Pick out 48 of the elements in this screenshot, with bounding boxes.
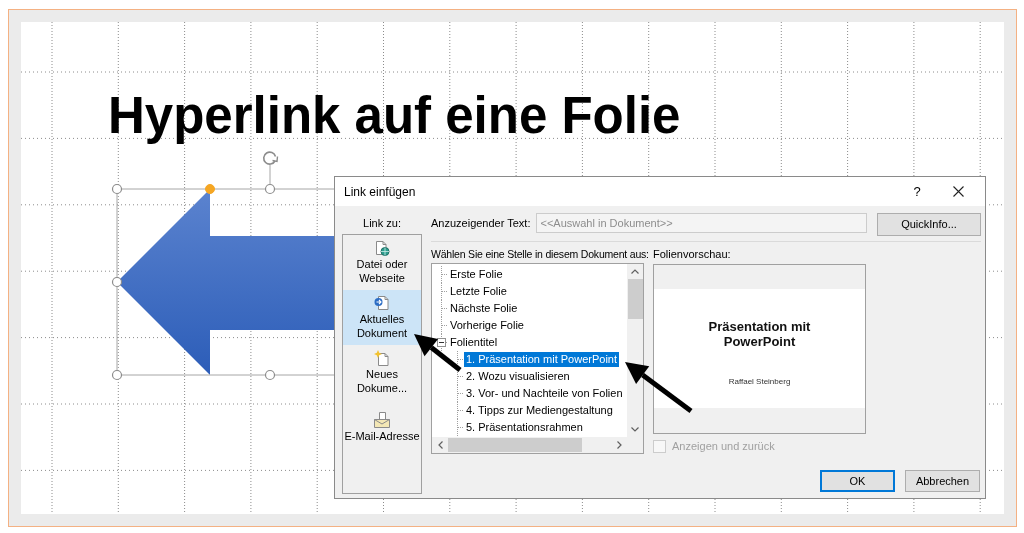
window-title: Link einfügen <box>344 183 416 201</box>
preview-slide-subtitle: Raffael Steinberg <box>728 377 791 387</box>
tree-item[interactable]: 4. Tipps zur Mediengestaltung <box>464 403 615 418</box>
chevron-down-icon[interactable] <box>631 427 639 432</box>
link-type-item[interactable]: Neues Dokume... <box>343 345 421 400</box>
vertical-scrollbar[interactable] <box>627 264 643 437</box>
rotate-handle-icon[interactable] <box>262 151 279 185</box>
scrollbar-thumb[interactable] <box>448 438 582 452</box>
chevron-left-icon[interactable] <box>437 441 443 449</box>
horizontal-scrollbar[interactable] <box>432 437 627 453</box>
resize-handle[interactable] <box>111 369 123 381</box>
place-list-label: Wählen Sie eine Stelle in diesem Dokument aus: <box>431 247 649 261</box>
new-page-icon <box>374 350 390 366</box>
preview-slide-title: Präsentation mit PowerPoint <box>707 319 812 349</box>
display-text-label: Anzuzeigender Text: <box>431 215 531 231</box>
tree-item[interactable]: 5. Präsentationsrahmen <box>464 420 585 435</box>
close-icon <box>952 186 964 197</box>
resize-handle[interactable] <box>264 369 276 381</box>
adjust-handle[interactable] <box>205 184 215 194</box>
tree-item[interactable]: Folientitel <box>448 335 500 350</box>
pointer-arrow <box>625 362 693 413</box>
tree-item[interactable]: 2. Wozu visualisieren <box>464 369 572 384</box>
checkbox-label: Anzeigen und zurück <box>672 439 775 455</box>
scrollbar-thumb[interactable] <box>627 279 643 319</box>
tree-item[interactable]: 3. Vor- und Nachteile von Folien <box>464 386 625 401</box>
preview-label: Folienvorschau: <box>653 247 731 261</box>
tree-item[interactable]: Vorherige Folie <box>448 318 526 333</box>
page-globe-icon <box>374 240 390 256</box>
chevron-up-icon[interactable] <box>631 269 639 274</box>
cancel-button[interactable]: Abbrechen <box>905 470 980 492</box>
collapse-icon[interactable] <box>437 338 446 347</box>
help-button[interactable]: ? <box>899 177 935 206</box>
tree-item[interactable]: Letzte Folie <box>448 284 509 299</box>
resize-handle[interactable] <box>111 183 123 195</box>
link-type-item[interactable]: Datei oder Webseite <box>343 235 421 290</box>
resize-handle[interactable] <box>111 276 123 288</box>
envelope-icon <box>374 412 390 428</box>
link-type-item[interactable]: Aktuelles Dokument <box>343 290 421 345</box>
ok-button[interactable]: OK <box>820 470 895 492</box>
link-type-item[interactable]: E-Mail-Adresse <box>343 400 421 455</box>
link-to-label: Link zu: <box>362 216 402 231</box>
page-arrow-icon <box>374 295 390 311</box>
tree-item[interactable]: 1. Präsentation mit PowerPoint <box>464 352 620 367</box>
tree-item[interactable]: Erste Folie <box>448 267 505 282</box>
quickinfo-button[interactable]: QuickInfo... <box>877 213 981 236</box>
tree-item[interactable]: Nächste Folie <box>448 301 520 316</box>
chevron-right-icon[interactable] <box>616 441 622 449</box>
resize-handle[interactable] <box>264 183 276 195</box>
